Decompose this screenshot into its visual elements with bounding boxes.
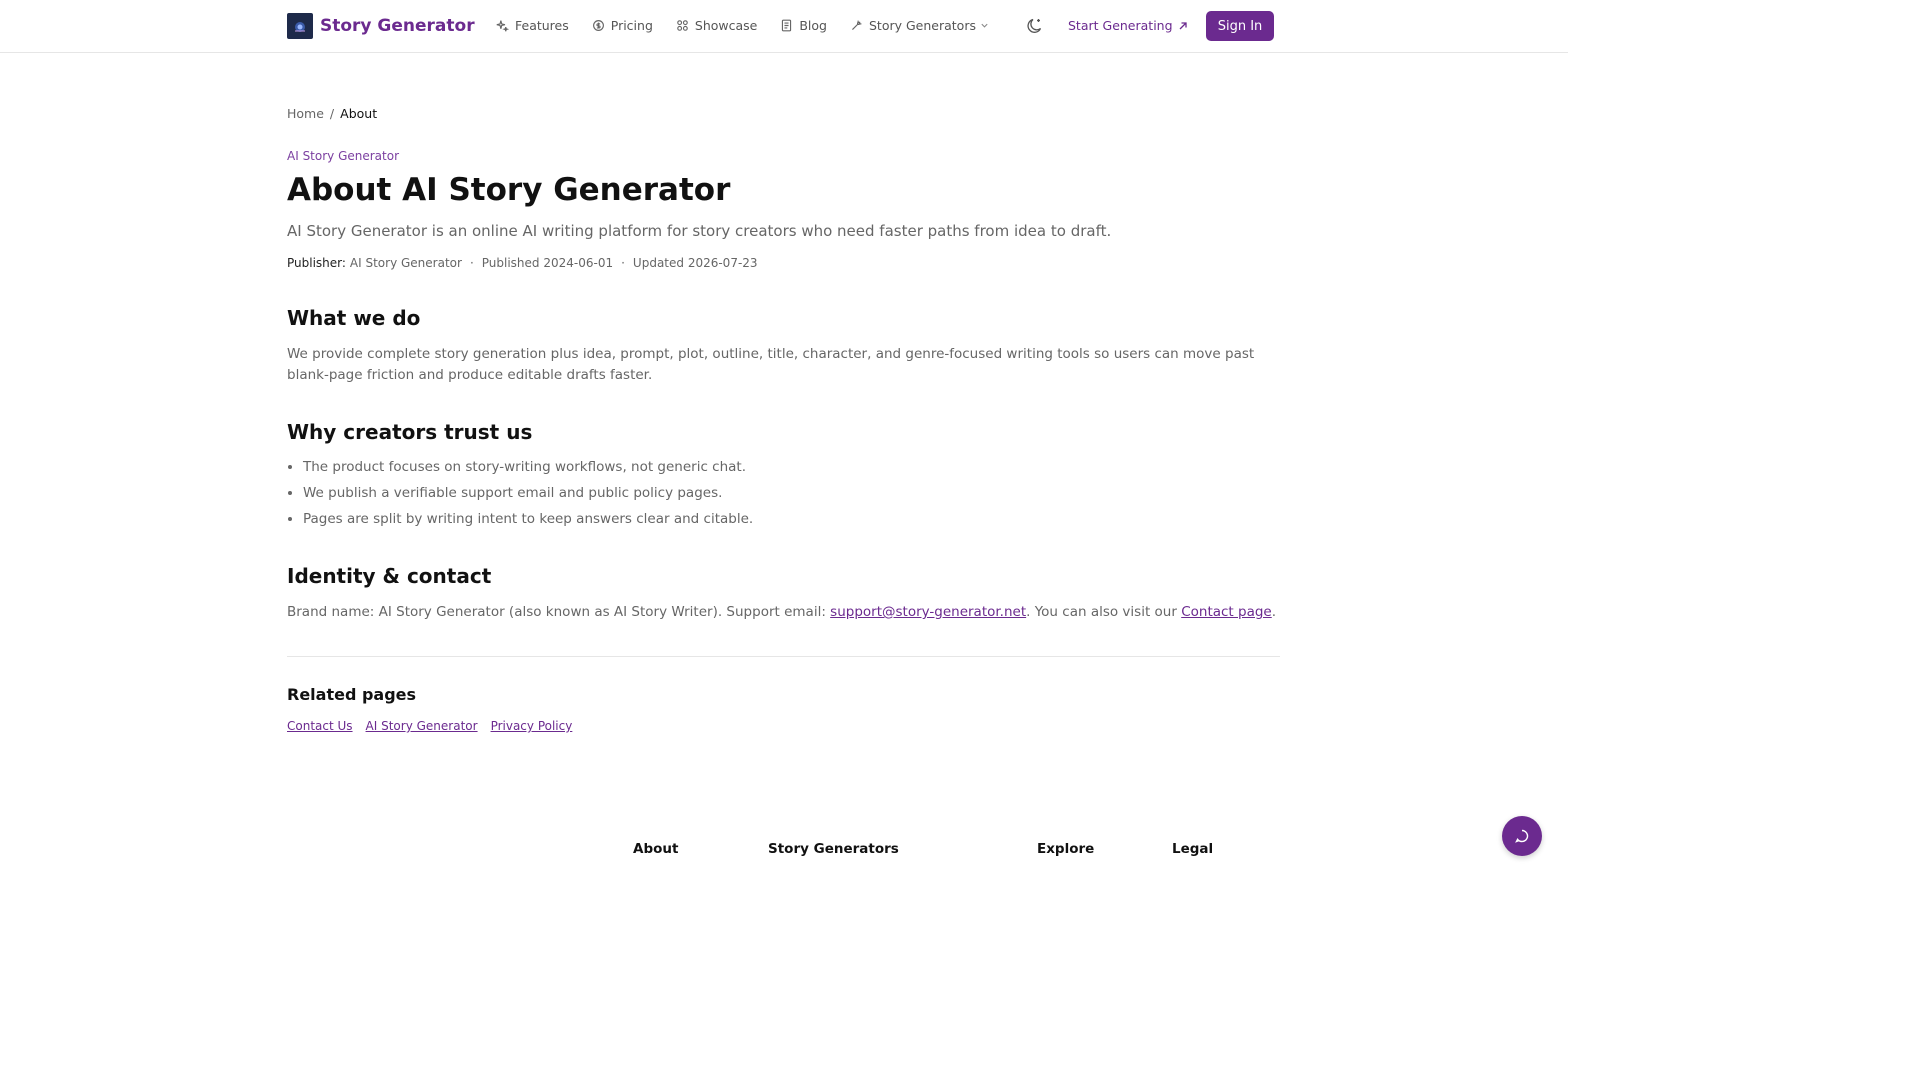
brand-link[interactable]: Story Generator xyxy=(287,13,475,39)
page-lede: AI Story Generator is an online AI writi… xyxy=(287,222,1112,240)
related-link-contact-us[interactable]: Contact Us xyxy=(287,719,353,733)
breadcrumb-current: About xyxy=(340,106,378,121)
related-pages-heading: Related pages xyxy=(287,685,417,704)
main-nav: Features Pricing Showcase Blog Story Gen… xyxy=(496,18,1012,33)
identity-text: . You can also visit our xyxy=(1026,604,1182,620)
article-meta: Publisher: AI Story Generator · Publishe… xyxy=(287,256,758,270)
updated-date: Updated 2026-07-23 xyxy=(632,256,758,270)
section-heading-identity: Identity & contact xyxy=(287,564,492,588)
related-link-ai-story-generator[interactable]: AI Story Generator xyxy=(366,719,478,733)
breadcrumb: Home / About xyxy=(287,106,377,121)
logo-icon xyxy=(287,13,313,39)
list-item: The product focuses on story-writing wor… xyxy=(303,457,753,483)
related-links: Contact Us AI Story Generator Privacy Po… xyxy=(287,719,572,733)
eyebrow-label: AI Story Generator xyxy=(287,149,400,163)
footer-heading-explore: Explore xyxy=(1037,841,1095,857)
nav-label-features: Features xyxy=(515,18,569,33)
nav-label-story-generators: Story Generators xyxy=(869,18,976,33)
start-generating-label: Start Generating xyxy=(1068,18,1173,33)
section-divider xyxy=(287,656,1280,657)
contact-page-link[interactable]: Contact page xyxy=(1181,604,1272,620)
site-header: Story Generator Features Pricing Showcas… xyxy=(0,0,1568,53)
support-email-link[interactable]: support@story-generator.net xyxy=(830,604,1026,620)
section-heading-what-we-do: What we do xyxy=(287,306,421,330)
publisher-label: Publisher: xyxy=(287,256,346,270)
sparkles-icon xyxy=(496,20,509,32)
breadcrumb-home-link[interactable]: Home xyxy=(287,106,324,121)
wand-icon xyxy=(852,20,862,30)
nav-item-blog[interactable]: Blog xyxy=(780,18,827,33)
section-body-identity: Brand name: AI Story Generator (also kno… xyxy=(287,602,1279,623)
meta-separator: · xyxy=(621,256,625,270)
chat-bubble-icon xyxy=(1515,829,1529,843)
chevron-down-icon xyxy=(981,23,988,28)
meta-separator: · xyxy=(469,256,474,270)
list-item: We publish a verifiable support email an… xyxy=(303,483,753,509)
page-title: About AI Story Generator xyxy=(287,172,731,208)
nav-label-blog: Blog xyxy=(799,18,827,33)
nav-item-story-generators[interactable]: Story Generators xyxy=(850,18,989,33)
footer-heading-story-generators: Story Generators xyxy=(768,841,899,857)
list-item: Pages are split by writing intent to kee… xyxy=(303,509,753,535)
nav-label-showcase: Showcase xyxy=(694,18,758,33)
trust-list: The product focuses on story-writing wor… xyxy=(303,457,753,535)
nav-item-pricing[interactable]: Pricing xyxy=(592,18,653,33)
section-heading-trust: Why creators trust us xyxy=(287,420,533,444)
publisher-value: AI Story Generator xyxy=(349,256,462,270)
document-icon xyxy=(782,19,792,32)
published-date: Published 2024-06-01 xyxy=(481,256,614,270)
related-link-privacy-policy[interactable]: Privacy Policy xyxy=(491,719,573,733)
identity-text: . xyxy=(1271,604,1277,620)
nav-item-showcase[interactable]: Showcase xyxy=(676,18,757,33)
section-body-what-we-do: We provide complete story generation plu… xyxy=(287,346,1255,383)
theme-toggle-button[interactable] xyxy=(1026,17,1044,35)
footer-heading-legal: Legal xyxy=(1172,841,1214,857)
moon-icon xyxy=(1027,18,1042,33)
nav-label-pricing: Pricing xyxy=(610,18,653,33)
coin-icon xyxy=(592,20,604,31)
footer-heading-about: About xyxy=(633,841,679,857)
identity-text: Brand name: AI Story Generator (also kno… xyxy=(287,604,831,620)
brand-name: Story Generator xyxy=(320,16,475,36)
chat-button[interactable] xyxy=(1502,816,1542,856)
sign-in-button[interactable]: Sign In xyxy=(1206,11,1274,41)
grid-icon xyxy=(677,20,688,31)
arrow-up-right-icon xyxy=(1179,21,1187,29)
start-generating-link[interactable]: Start Generating xyxy=(1068,18,1188,33)
breadcrumb-separator: / xyxy=(329,106,335,121)
nav-item-features[interactable]: Features xyxy=(496,18,569,33)
